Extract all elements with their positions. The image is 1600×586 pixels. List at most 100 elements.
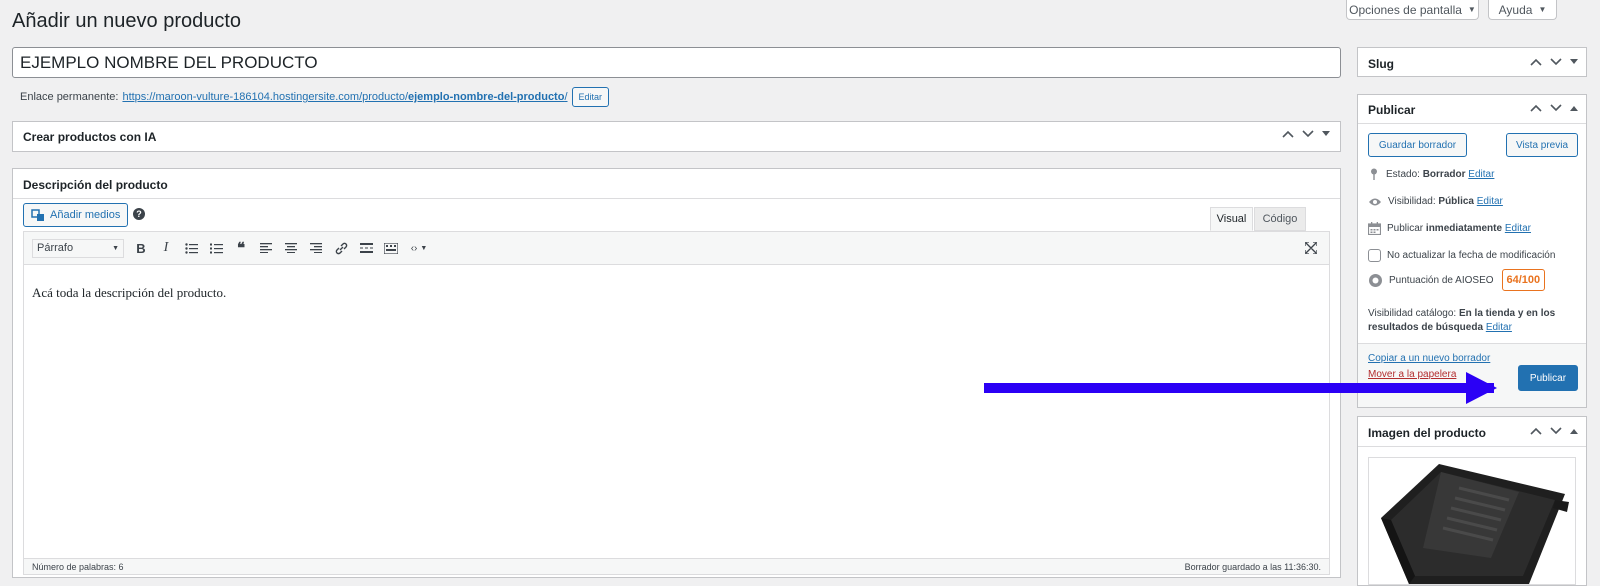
blockquote-icon[interactable]: ❝ <box>233 240 249 257</box>
permalink-slug: ejemplo-nombre-del-producto <box>408 91 565 103</box>
aioseo-label: Puntuación de AIOSEO <box>1389 274 1494 286</box>
add-media-label: Añadir medios <box>50 209 121 221</box>
pin-icon <box>1371 168 1377 180</box>
status-row: Estado: Borrador Editar <box>1368 168 1494 180</box>
numbered-list-icon[interactable] <box>208 240 224 256</box>
product-image[interactable] <box>1368 457 1576 585</box>
publish-date-label: Publicar <box>1387 223 1424 234</box>
paint-tray-image <box>1381 464 1569 584</box>
add-media-button[interactable]: Añadir medios <box>23 203 129 227</box>
editor-content[interactable]: Acá toda la descripción del producto. <box>24 265 1329 321</box>
move-up-icon[interactable] <box>1530 104 1542 112</box>
edit-catalog-link[interactable]: Editar <box>1486 322 1512 333</box>
move-down-icon[interactable] <box>1302 130 1314 138</box>
tab-visual[interactable]: Visual <box>1210 207 1253 231</box>
caret-down-icon: ▼ <box>1467 5 1476 14</box>
catalog-visibility: Visibilidad catálogo: En la tienda y en … <box>1368 307 1568 335</box>
eye-icon <box>1369 198 1381 205</box>
publish-box-handles <box>1530 104 1578 112</box>
screen-options-button[interactable]: Opciones de pantalla ▼ <box>1346 0 1479 20</box>
help-icon[interactable]: ? <box>133 208 145 220</box>
move-up-icon[interactable] <box>1530 58 1542 66</box>
align-center-icon[interactable] <box>283 240 299 256</box>
tab-visual-label: Visual <box>1216 213 1247 225</box>
ai-products-box: Crear productos con IA <box>12 121 1341 152</box>
catalog-label: Visibilidad catálogo: <box>1368 308 1457 319</box>
align-right-icon[interactable] <box>308 240 324 256</box>
catalog-value-2: resultados de búsqueda <box>1368 322 1484 333</box>
read-more-icon[interactable] <box>358 240 374 256</box>
move-up-icon[interactable] <box>1530 427 1542 435</box>
slug-box-handles <box>1530 58 1578 66</box>
aioseo-icon <box>1369 273 1382 287</box>
screen-options-label: Opciones de pantalla <box>1349 2 1462 17</box>
calendar-icon <box>1368 222 1381 235</box>
toggle-panel-icon[interactable] <box>1570 428 1578 434</box>
publish-date-row: Publicar inmediatamente Editar <box>1368 222 1531 235</box>
edit-date-link[interactable]: Editar <box>1505 223 1531 234</box>
permalink-label: Enlace permanente: <box>20 91 119 103</box>
edit-visibility-link[interactable]: Editar <box>1477 196 1503 207</box>
no-update-date-checkbox[interactable] <box>1368 249 1381 262</box>
product-image-title: Imagen del producto <box>1368 426 1487 440</box>
toolbar-toggle-icon[interactable] <box>383 240 399 256</box>
product-image-box: Imagen del producto <box>1357 416 1587 586</box>
align-left-icon[interactable] <box>258 240 274 256</box>
copy-draft-link[interactable]: Copiar a un nuevo borrador <box>1368 353 1490 364</box>
annotation-arrow-icon <box>984 372 1497 404</box>
media-icon <box>31 208 44 221</box>
permalink-slash: / <box>564 91 568 103</box>
product-title-value: EJEMPLO NOMBRE DEL PRODUCTO <box>20 52 318 72</box>
bullet-list-icon[interactable] <box>183 240 199 256</box>
italic-icon[interactable]: I <box>158 240 174 256</box>
aioseo-row: Puntuación de AIOSEO 64/100 <box>1368 269 1546 291</box>
tab-code[interactable]: Código <box>1254 207 1306 231</box>
move-down-icon[interactable] <box>1550 58 1562 66</box>
permalink-link[interactable]: https://maroon-vulture-186104.hostingers… <box>122 91 567 103</box>
toggle-panel-icon[interactable] <box>1322 131 1330 137</box>
aioseo-score-badge[interactable]: 64/100 <box>1501 269 1546 291</box>
code-icon[interactable]: ‹› ▼ <box>408 240 430 256</box>
aioseo-score: 64/100 <box>1506 274 1541 286</box>
publish-button-label: Publicar <box>1529 372 1567 384</box>
help-button[interactable]: Ayuda ▼ <box>1488 0 1557 20</box>
preview-button[interactable]: Vista previa <box>1506 133 1578 157</box>
save-draft-label: Guardar borrador <box>1378 139 1457 151</box>
editor-toolbar: Párrafo ▼ B I ❝ ‹› ▼ <box>24 232 1329 265</box>
permalink-row: Enlace permanente: https://maroon-vultur… <box>20 87 610 107</box>
edit-permalink-button[interactable]: Editar <box>571 87 610 107</box>
product-title-input[interactable]: EJEMPLO NOMBRE DEL PRODUCTO <box>12 47 1341 78</box>
move-up-icon[interactable] <box>1282 130 1294 138</box>
preview-label: Vista previa <box>1515 139 1569 151</box>
page-title: Añadir un nuevo producto <box>12 10 242 32</box>
bold-icon[interactable]: B <box>133 240 149 256</box>
edit-status-link[interactable]: Editar <box>1468 169 1494 180</box>
catalog-value-1: En la tienda y en los <box>1459 308 1556 319</box>
save-draft-button[interactable]: Guardar borrador <box>1368 133 1467 157</box>
format-select[interactable]: Párrafo ▼ <box>32 238 124 258</box>
ai-box-title: Crear productos con IA <box>23 130 157 144</box>
editor-statusbar: Número de palabras: 6 Borrador guardado … <box>24 558 1329 574</box>
draft-saved-status: Borrador guardado a las 11:36:30. <box>1184 561 1321 572</box>
publish-box: Publicar Guardar borrador Vista previa E… <box>1357 94 1587 408</box>
editor-paragraph: Acá toda la descripción del producto. <box>32 285 227 300</box>
publish-box-title: Publicar <box>1368 103 1416 117</box>
visibility-row: Visibilidad: Pública Editar <box>1368 196 1503 207</box>
no-update-date-row: No actualizar la fecha de modificación <box>1368 249 1555 262</box>
move-down-icon[interactable] <box>1550 427 1562 435</box>
ai-box-handles <box>1282 130 1330 138</box>
no-update-date-label: No actualizar la fecha de modificación <box>1387 250 1556 261</box>
visibility-value: Pública <box>1438 196 1474 207</box>
description-box-title: Descripción del producto <box>23 178 168 192</box>
slug-box: Slug <box>1357 47 1587 77</box>
product-image-handles <box>1530 427 1578 435</box>
help-label: Ayuda <box>1498 2 1533 17</box>
link-icon[interactable] <box>333 240 349 256</box>
word-count: Número de palabras: 6 <box>32 561 124 572</box>
fullscreen-icon[interactable] <box>1303 240 1319 256</box>
publish-button[interactable]: Publicar <box>1518 365 1578 391</box>
toggle-panel-icon[interactable] <box>1570 59 1578 65</box>
toggle-panel-icon[interactable] <box>1570 105 1578 111</box>
permalink-base: https://maroon-vulture-186104.hostingers… <box>122 91 408 103</box>
move-down-icon[interactable] <box>1550 104 1562 112</box>
